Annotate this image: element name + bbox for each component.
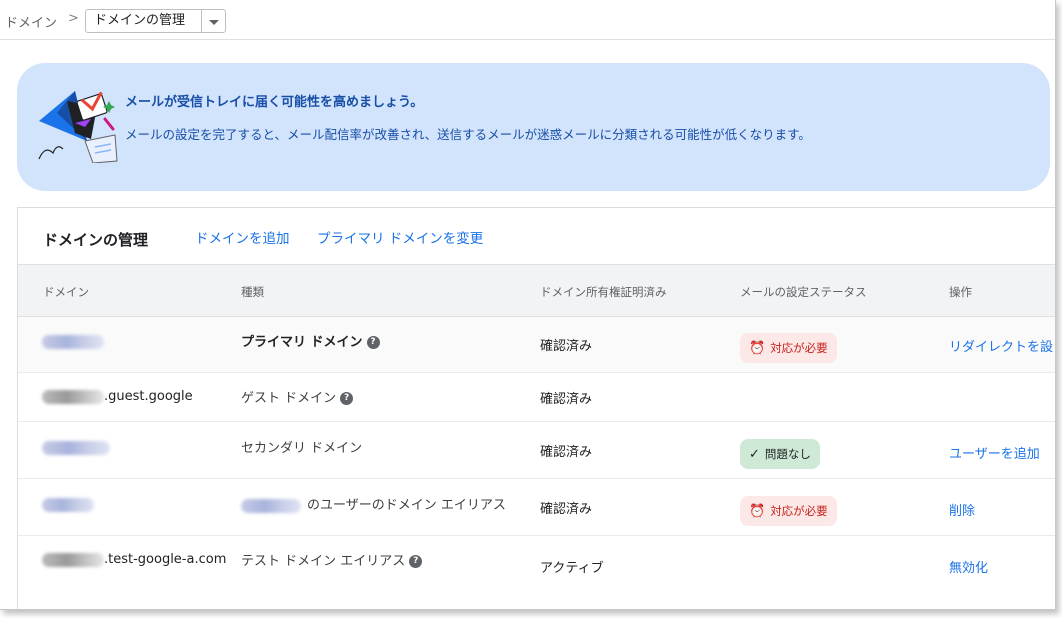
column-header-mail-status[interactable]: メールの設定ステータス [740, 284, 867, 300]
breadcrumb-page-select[interactable]: ドメインの管理 [85, 9, 226, 33]
verified-cell: 確認済み [540, 445, 593, 460]
alarm-clock-icon: ⏰ [749, 503, 766, 519]
verified-cell: アクティブ [540, 561, 604, 576]
verified-cell: 確認済み [540, 502, 593, 517]
domain-cell[interactable] [42, 334, 104, 349]
type-cell: のユーザーのドメイン エイリアス [241, 494, 506, 513]
help-icon[interactable]: ? [409, 555, 423, 568]
add-domain-link[interactable]: ドメインを追加 [195, 227, 290, 247]
table-row: のユーザーのドメイン エイリアス 確認済み ⏰ 対応が必要 削除 [18, 479, 1055, 536]
help-icon[interactable]: ? [340, 392, 354, 405]
breadcrumb: ドメイン > ドメインの管理 [0, 0, 1055, 40]
breadcrumb-root-link[interactable]: ドメイン [5, 12, 57, 31]
banner-body: メールの設定を完了すると、メール配信率が改善され、送信するメールが迷惑メールに分… [125, 127, 811, 142]
column-header-domain[interactable]: ドメイン [43, 284, 89, 300]
table-row: セカンダリ ドメイン 確認済み ✓ 問題なし ユーザーを追加 [18, 422, 1055, 479]
table-row: .test-google-a.com テスト ドメイン エイリアス? アクティブ… [18, 536, 1055, 596]
verified-cell: 確認済み [540, 339, 593, 354]
breadcrumb-separator: > [68, 11, 79, 26]
app-frame: ドメイン > ドメインの管理 メールが受信トレイに届く可能性を高めましょう。 メ… [0, 0, 1056, 610]
caret-down-icon[interactable] [201, 10, 225, 32]
change-primary-domain-link[interactable]: プライマリ ドメインを変更 [317, 227, 483, 247]
domain-cell[interactable] [42, 440, 110, 455]
table-row: プライマリ ドメイン? 確認済み ⏰ 対応が必要 リダイレクトを設 [18, 317, 1055, 373]
type-cell: ゲスト ドメイン? [241, 387, 354, 406]
status-badge[interactable]: ✓ 問題なし [740, 439, 820, 469]
table-row: .guest.google ゲスト ドメイン? 確認済み [18, 373, 1055, 422]
domain-cell[interactable] [42, 497, 94, 512]
delete-link[interactable]: 削除 [949, 500, 975, 519]
status-badge[interactable]: ⏰ 対応が必要 [740, 496, 837, 526]
status-badge[interactable]: ⏰ 対応が必要 [740, 333, 837, 363]
column-header-type[interactable]: 種類 [241, 284, 264, 300]
banner-title: メールが受信トレイに届く可能性を高めましょう。 [125, 95, 424, 110]
verified-cell: 確認済み [540, 392, 593, 407]
redirect-setting-link[interactable]: リダイレクトを設 [949, 336, 1053, 355]
type-cell: テスト ドメイン エイリアス? [241, 550, 423, 569]
help-icon[interactable]: ? [366, 336, 380, 349]
alarm-clock-icon: ⏰ [749, 340, 766, 356]
type-cell: セカンダリ ドメイン [241, 441, 363, 456]
breadcrumb-current-label: ドメインの管理 [94, 13, 186, 28]
deliverability-banner: メールが受信トレイに届く可能性を高めましょう。 メールの設定を完了すると、メール… [17, 63, 1050, 191]
domain-cell[interactable]: .test-google-a.com [42, 552, 226, 567]
domains-card: ドメインの管理 ドメインを追加 プライマリ ドメインを変更 ドメイン 種類 ドメ… [17, 207, 1055, 609]
email-illustration-icon [38, 91, 118, 163]
table-header: ドメイン 種類 ドメイン所有権証明済み メールの設定ステータス 操作 [18, 264, 1055, 317]
disable-link[interactable]: 無効化 [949, 557, 988, 576]
domain-cell[interactable]: .guest.google [42, 389, 193, 404]
type-cell: プライマリ ドメイン? [241, 331, 380, 350]
add-user-link[interactable]: ユーザーを追加 [949, 443, 1040, 462]
card-title: ドメインの管理 [43, 231, 149, 249]
column-header-verified[interactable]: ドメイン所有権証明済み [540, 284, 667, 300]
check-icon: ✓ [749, 446, 760, 462]
column-header-actions: 操作 [949, 285, 972, 299]
